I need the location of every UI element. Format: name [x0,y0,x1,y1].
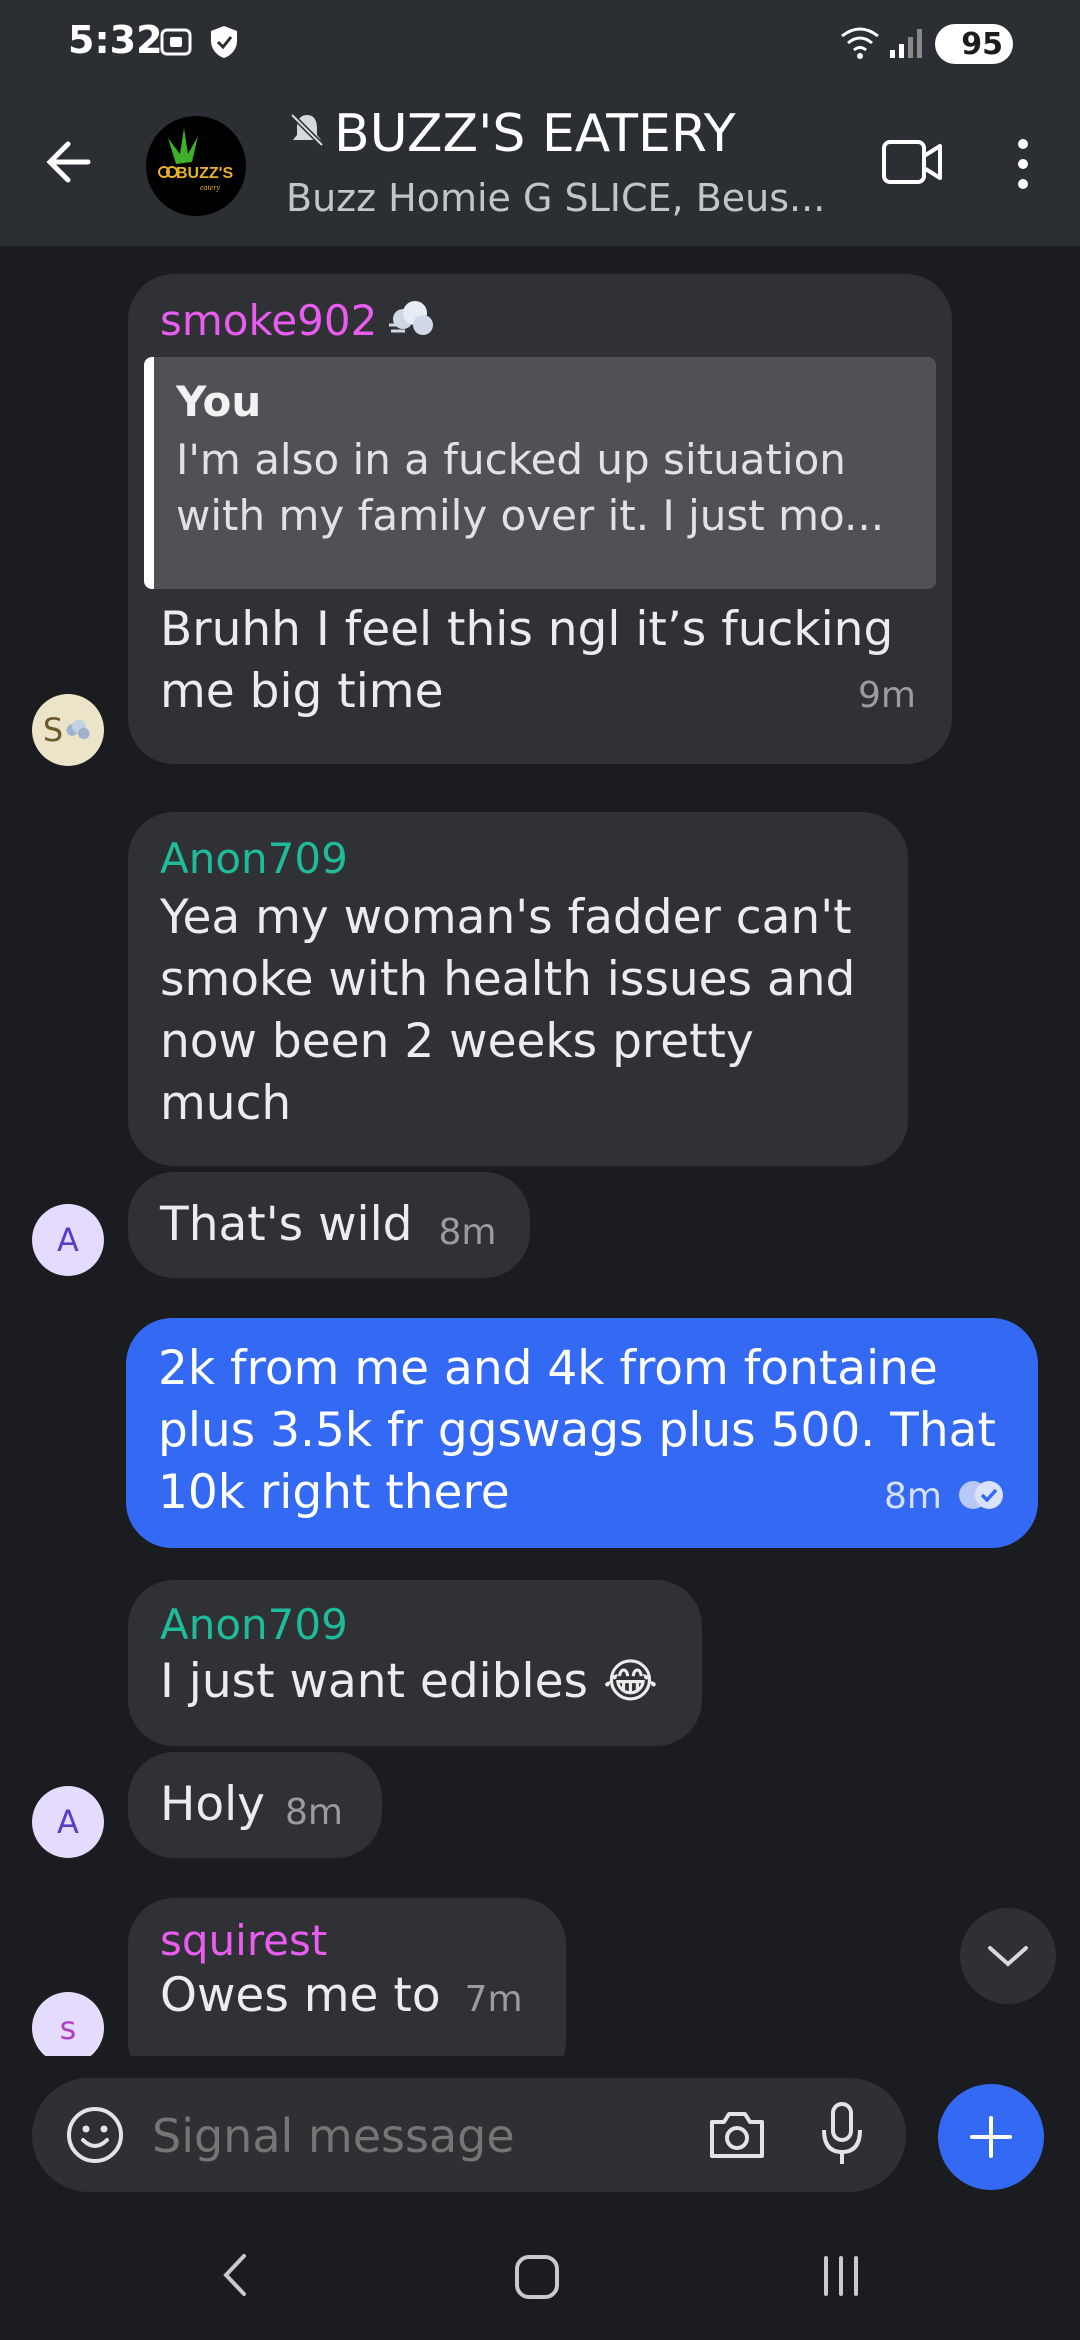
message-text: Holy [160,1777,265,1832]
more-options-button[interactable] [1008,136,1038,196]
message-timestamp: 9m [858,675,916,716]
message-bubble[interactable]: Anon709 I just want edibles 😂 [128,1580,702,1746]
muted-bell-icon [286,104,328,164]
back-button[interactable] [40,132,100,196]
message-text-line: smoke with health issues and [160,952,856,1007]
back-chevron-icon [223,2254,246,2296]
message-bubble[interactable]: smoke902 You I'm also in a fucked up sit… [128,274,952,764]
message-text: I just want edibles 😂 [160,1654,658,1709]
voice-message-button[interactable] [818,2100,866,2174]
quote-author: You [176,377,262,426]
message-bubble[interactable]: Holy 8m [128,1752,382,1858]
avatar-initial: A [57,1803,79,1841]
microphone-icon [822,2102,862,2164]
message-input[interactable] [150,2098,674,2174]
group-name: BUZZ'S EATERY [334,104,736,164]
smiley-icon [67,2107,123,2163]
message-timestamp: 8m [438,1211,497,1253]
sender-avatar[interactable]: A [32,1786,104,1858]
emoji-button[interactable] [64,2104,126,2170]
sender-name: Anon709 [160,834,348,883]
chevron-down-icon [988,1946,1028,1967]
group-avatar[interactable]: BUZZ'S eatery [146,116,246,216]
battery-indicator: 95 [935,24,1013,64]
sender-name: smoke902 [160,296,378,345]
message-text-line: Yea my woman's fadder can't [160,890,852,945]
message-text-line: plus 3.5k fr ggswags plus 500. That [158,1403,996,1458]
video-call-button[interactable] [880,136,944,192]
battery-level: 95 [961,26,1003,62]
avatar-initial: A [57,1221,79,1259]
sender-avatar[interactable]: s [32,1992,104,2056]
nav-recents-button[interactable] [818,2254,864,2302]
plus-icon [970,2116,1012,2158]
message-text-line: 2k from me and 4k from fontaine [158,1341,938,1396]
message-text-line: Bruhh I feel this ngl it’s fucking [160,602,894,657]
message-text-line: 10k right there [158,1465,510,1520]
nav-back-button[interactable] [214,2250,254,2304]
message-timestamp: 7m [464,1979,523,2020]
sender-avatar[interactable]: A [32,1204,104,1276]
sender-name: squirest [160,1916,328,1965]
message-bubble[interactable]: squirest Owes me to 7m [128,1898,566,2056]
group-logo-text: BUZZ'S [176,165,233,182]
signal-icon [888,24,924,64]
camera-button[interactable] [706,2106,768,2166]
screenshot-icon [158,24,194,64]
message-list-clip: squirest Owes me to 7m s [0,1896,1080,2056]
avatar-initial: S [42,711,64,749]
nav-home-button[interactable] [512,2252,562,2306]
smoke-emoji-icon [66,719,90,740]
group-title[interactable]: BUZZ'S EATERY [286,104,735,164]
quote-text-line: with my family over it. I just mo... [176,491,885,540]
outgoing-message-bubble[interactable]: 2k from me and 4k from fontaine plus 3.5… [126,1318,1038,1548]
message-timestamp: 8m [884,1476,942,1517]
status-time: 5:32 [68,18,163,62]
shield-icon [208,24,240,64]
quote-text-line: I'm also in a fucked up situation [176,435,846,484]
recents-icon [824,2256,858,2296]
message-text: Owes me to [160,1968,441,2023]
wifi-icon [838,24,882,64]
message-sender-row: smoke902 [144,296,936,345]
message-timestamp: 8m [284,1791,343,1833]
avatar-initial: s [59,2009,77,2047]
attach-button[interactable] [938,2084,1044,2190]
home-icon [515,2255,559,2299]
quoted-message[interactable]: You I'm also in a fucked up situation wi… [144,357,936,589]
sender-name: Anon709 [160,1600,348,1649]
scroll-to-bottom-button[interactable] [960,1908,1056,2004]
message-text-line: much [160,1076,292,1131]
sender-avatar[interactable]: S [32,694,104,766]
read-receipt-icon [956,1478,1006,1516]
smoke-emoji-icon [387,297,439,345]
message-text-line: me big time [160,664,444,719]
message-text-line: now been 2 weeks pretty [160,1014,754,1069]
svg-text:eatery: eatery [200,183,220,192]
message-bubble[interactable]: That's wild 8m [128,1172,530,1278]
message-bubble[interactable]: Anon709 Yea my woman's fadder can't smok… [128,812,908,1166]
group-members[interactable]: Buzz Homie G SLICE, Beus... [286,176,825,220]
camera-icon [710,2112,764,2158]
message-text: That's wild [160,1197,413,1252]
